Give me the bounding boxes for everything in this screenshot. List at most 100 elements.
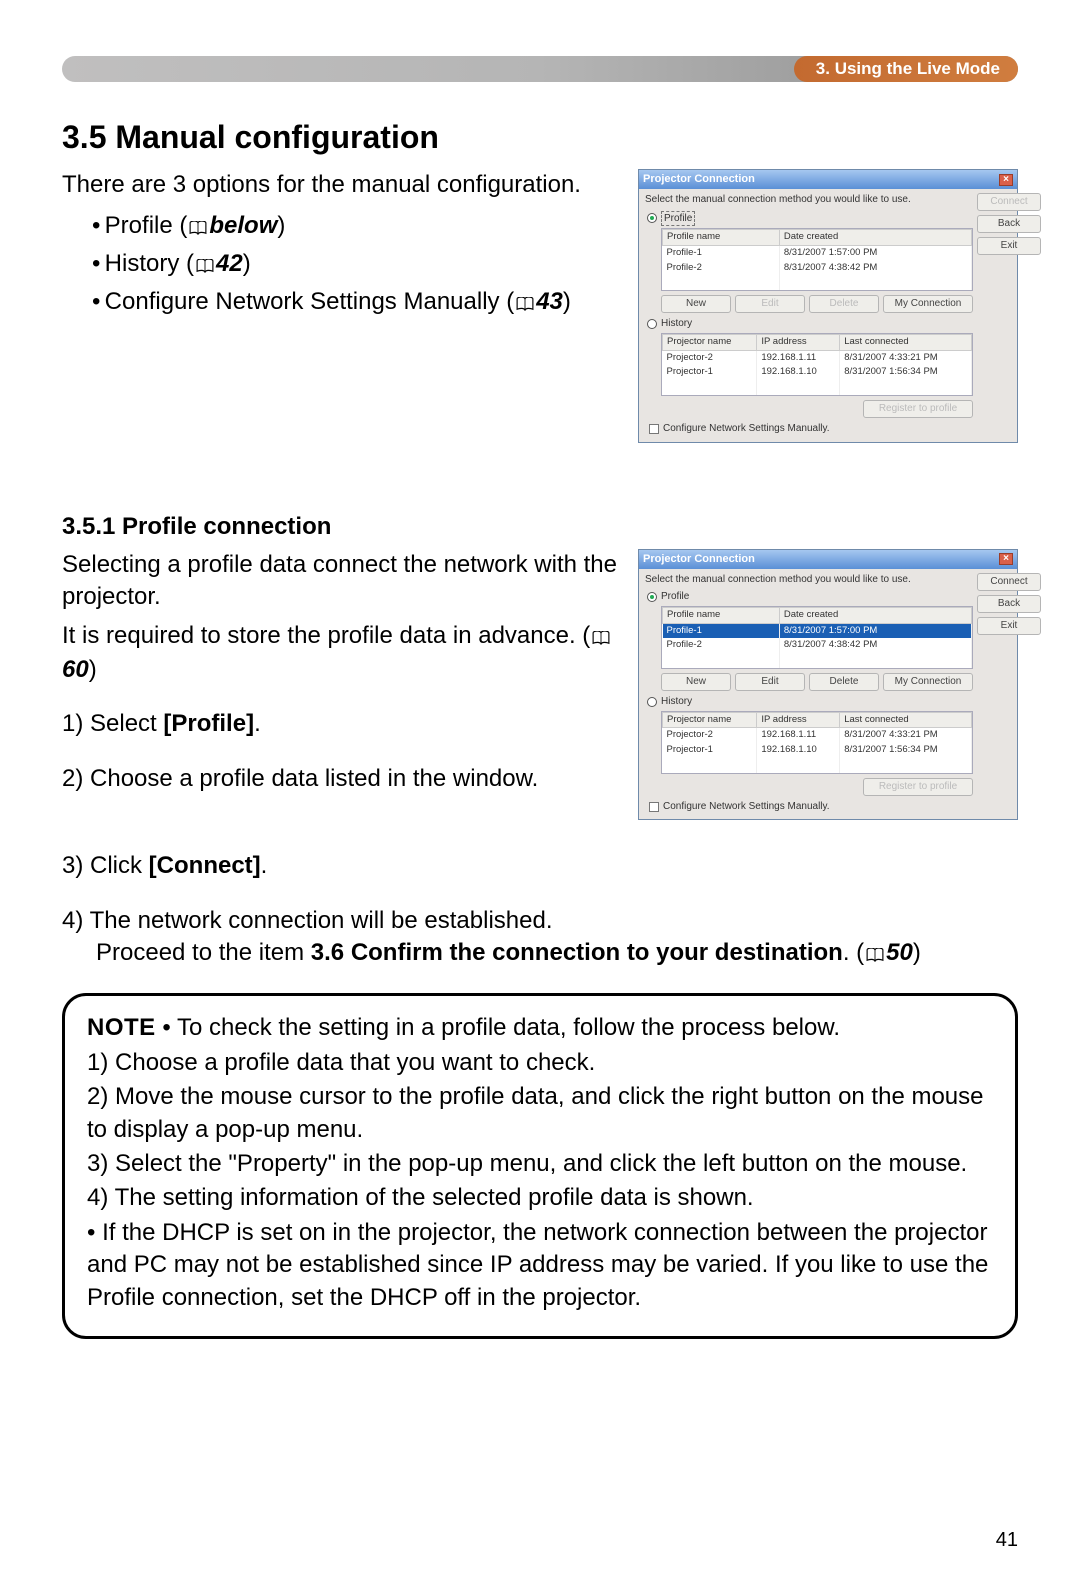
section-title: 3.5 Manual configuration (62, 116, 1018, 159)
my-connection-button[interactable]: My Connection (883, 295, 973, 313)
note-lead: • To check the setting in a profile data… (156, 1014, 840, 1041)
cell: 8/31/2007 4:33:21 PM (840, 728, 972, 743)
edit-button[interactable]: Edit (735, 673, 805, 691)
cell: 8/31/2007 1:56:34 PM (840, 743, 972, 758)
cell: Profile-2 (663, 261, 780, 276)
text-bold: [Profile] (163, 710, 254, 737)
table-row[interactable]: Profile-2 8/31/2007 4:38:42 PM (663, 638, 972, 653)
edit-button[interactable]: Edit (735, 295, 805, 313)
text: It is required to store the profile data… (62, 622, 590, 649)
profile-list[interactable]: Profile name Date created Profile-1 8/31… (661, 228, 973, 291)
cell: 8/31/2007 1:57:00 PM (779, 623, 971, 638)
page-ref: 43 (536, 288, 563, 315)
new-button[interactable]: New (661, 673, 731, 691)
manual-label: Configure Network Settings Manually. (663, 800, 830, 814)
delete-button[interactable]: Delete (809, 673, 879, 691)
col-last-connected: Last connected (840, 712, 972, 728)
bullet-label: Configure Network Settings Manually (105, 288, 500, 315)
text: ) (913, 939, 921, 966)
dialog-title: Projector Connection (643, 552, 755, 567)
radio-label: History (661, 695, 692, 709)
bullet-label: Profile (105, 212, 173, 239)
text: . (254, 710, 261, 737)
table-row[interactable]: Projector-2 192.168.1.11 8/31/2007 4:33:… (663, 728, 972, 743)
table-row[interactable]: Projector-1 192.168.1.10 8/31/2007 1:56:… (663, 365, 972, 380)
radio-profile[interactable]: Profile (647, 211, 973, 227)
table-row[interactable]: Profile-2 8/31/2007 4:38:42 PM (663, 261, 972, 276)
note-label: NOTE (87, 1014, 156, 1041)
cell: 8/31/2007 4:33:21 PM (840, 350, 972, 365)
close-icon[interactable]: × (999, 553, 1013, 565)
manual-config-checkbox[interactable]: Configure Network Settings Manually. (649, 800, 973, 814)
exit-button[interactable]: Exit (977, 617, 1041, 635)
step-2: 2) Choose a profile data listed in the w… (62, 763, 618, 795)
dialog-title: Projector Connection (643, 172, 755, 187)
checkbox-icon (649, 424, 659, 434)
table-row-selected[interactable]: Profile-1 8/31/2007 1:57:00 PM (663, 623, 972, 638)
register-to-profile-button[interactable]: Register to profile (863, 778, 973, 796)
register-to-profile-button[interactable]: Register to profile (863, 400, 973, 418)
col-ip-address: IP address (757, 712, 840, 728)
note-line: • If the DHCP is set on in the projector… (87, 1217, 993, 1314)
dialog-instruction: Select the manual connection method you … (643, 573, 973, 587)
intro-paragraph: There are 3 options for the manual confi… (62, 169, 618, 201)
text: . (261, 852, 268, 879)
subsection-title: 3.5.1 Profile connection (62, 511, 1018, 543)
note-box: NOTE • To check the setting in a profile… (62, 993, 1018, 1339)
radio-profile[interactable]: Profile (647, 590, 973, 604)
col-date-created: Date created (779, 607, 971, 623)
book-icon (516, 288, 534, 320)
book-icon (189, 212, 207, 244)
text: 4) The network connection will be establ… (62, 907, 553, 934)
radio-history[interactable]: History (647, 317, 973, 331)
text: . ( (843, 939, 864, 966)
note-line: 4) The setting information of the select… (87, 1182, 993, 1214)
text: ) (89, 656, 97, 683)
col-projector-name: Projector name (663, 334, 757, 350)
table-row[interactable]: Projector-1 192.168.1.10 8/31/2007 1:56:… (663, 743, 972, 758)
cell: Projector-1 (663, 365, 757, 380)
profile-list[interactable]: Profile name Date created Profile-1 8/31… (661, 606, 973, 669)
page-ref: 42 (216, 250, 243, 277)
text-bold: 3.6 Confirm the connection to your desti… (311, 939, 843, 966)
step-1: 1) Select [Profile]. (62, 708, 618, 740)
table-row[interactable]: Profile-1 8/31/2007 1:57:00 PM (663, 245, 972, 260)
back-button[interactable]: Back (977, 215, 1041, 233)
cell: 192.168.1.10 (757, 743, 840, 758)
new-button[interactable]: New (661, 295, 731, 313)
close-icon[interactable]: × (999, 174, 1013, 186)
dialog-instruction: Select the manual connection method you … (643, 193, 973, 207)
bullet-label: History (105, 250, 180, 277)
cell: 192.168.1.11 (757, 350, 840, 365)
col-profile-name: Profile name (663, 230, 780, 246)
bullet-manual: • Configure Network Settings Manually (4… (92, 286, 618, 320)
history-list[interactable]: Projector name IP address Last connected… (661, 333, 973, 396)
history-list[interactable]: Projector name IP address Last connected… (661, 711, 973, 774)
step-3: 3) Click [Connect]. (62, 850, 1018, 882)
note-line: 3) Select the "Property" in the pop-up m… (87, 1148, 993, 1180)
note-line: 1) Choose a profile data that you want t… (87, 1047, 993, 1079)
radio-history[interactable]: History (647, 695, 973, 709)
connect-button[interactable]: Connect (977, 193, 1041, 211)
breadcrumb: 3. Using the Live Mode (794, 56, 1018, 82)
book-icon (196, 250, 214, 282)
book-icon (866, 939, 884, 971)
cell: Profile-1 (663, 623, 780, 638)
radio-label: Profile (661, 211, 695, 227)
my-connection-button[interactable]: My Connection (883, 673, 973, 691)
book-icon (592, 622, 610, 654)
cell: Projector-1 (663, 743, 757, 758)
header-bar: 3. Using the Live Mode (62, 56, 1018, 82)
text: 1) Select (62, 710, 163, 737)
col-projector-name: Projector name (663, 712, 757, 728)
table-row[interactable]: Projector-2 192.168.1.11 8/31/2007 4:33:… (663, 350, 972, 365)
note-line: 2) Move the mouse cursor to the profile … (87, 1081, 993, 1146)
subsection-p2: It is required to store the profile data… (62, 620, 618, 687)
exit-button[interactable]: Exit (977, 237, 1041, 255)
manual-config-checkbox[interactable]: Configure Network Settings Manually. (649, 422, 973, 436)
back-button[interactable]: Back (977, 595, 1041, 613)
text: Proceed to the item (96, 939, 311, 966)
connect-button[interactable]: Connect (977, 573, 1041, 591)
dialog-titlebar: Projector Connection × (639, 170, 1017, 189)
delete-button[interactable]: Delete (809, 295, 879, 313)
